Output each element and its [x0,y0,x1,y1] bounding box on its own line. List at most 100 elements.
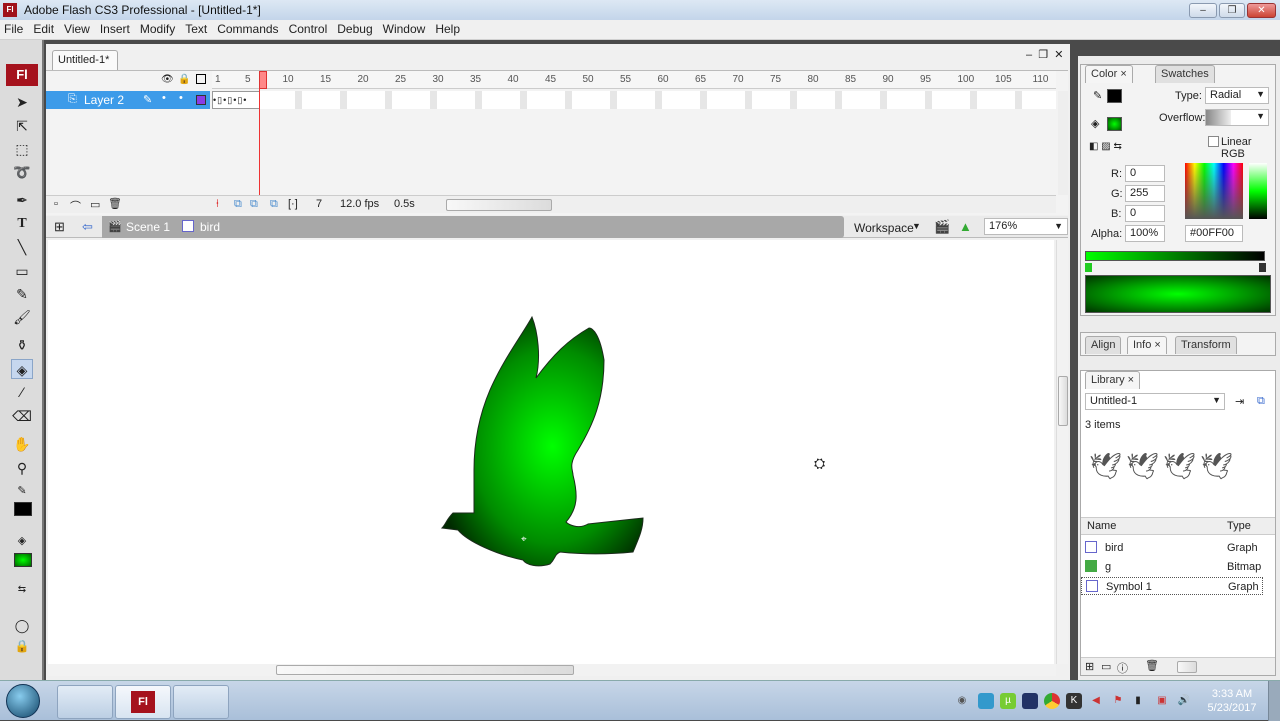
delete-layer-icon[interactable]: 🗑 [108,197,122,210]
lock-fill-icon[interactable]: 🔒 [11,636,33,656]
doc-window-controls[interactable]: – ❐ ✕ [1026,48,1063,61]
show-hide-layers-icon[interactable]: 👁 [161,74,174,85]
menu-commands[interactable]: Commands [213,20,282,36]
restore-button[interactable]: ❐ [1219,3,1245,18]
gradient-stop-end[interactable] [1259,263,1266,272]
tray-display-icon[interactable] [1022,693,1038,709]
menu-window[interactable]: Window [379,20,430,36]
sound-icon[interactable]: ◀ [1088,693,1104,709]
onion-outlines-icon[interactable]: ⧉ [250,198,258,211]
stage-hscroll-thumb[interactable] [276,665,574,675]
tray-network-icon[interactable]: ◉ [954,693,970,709]
color-spectrum[interactable] [1185,163,1243,219]
power-icon[interactable]: ▮ [1130,693,1146,709]
edit-scene-icon[interactable]: 🎬 [934,219,950,235]
taskbar-app-flash-player[interactable] [173,685,229,719]
frame-rate[interactable]: 12.0 fps [340,198,379,210]
menu-text[interactable]: Text [181,20,211,36]
modify-onion-markers-icon[interactable]: [·] [288,198,298,210]
close-button[interactable]: ✕ [1247,3,1276,18]
timeline-vscroll[interactable] [1058,91,1068,195]
taskbar-app-flash-project[interactable] [57,685,113,719]
playhead[interactable] [259,71,267,89]
keyframes[interactable]: •▯•▯•▯• [212,91,260,109]
column-type[interactable]: Type [1227,520,1251,532]
line-tool-icon[interactable]: ╲ [11,237,33,257]
default-colors-icon[interactable]: ◧ ▨ ⇆ [1089,141,1122,152]
bird-symbol[interactable]: ⌖ ⛭ [48,240,1054,664]
hex-input[interactable]: #00FF00 [1185,225,1243,242]
selection-tool-icon[interactable]: ➤ [11,92,33,112]
stroke-color-swatch[interactable] [1107,89,1122,103]
alpha-input[interactable]: 100% [1125,225,1165,242]
utorrent-icon[interactable]: µ [1000,693,1016,709]
lasso-tool-icon[interactable]: ➰ [11,162,33,182]
rectangle-tool-icon[interactable]: ▭ [11,261,33,281]
document-tab[interactable]: Untitled-1* [52,50,118,70]
stage-vscroll[interactable] [1056,240,1068,664]
paint-bucket-tool-icon[interactable]: ◈ [11,359,33,379]
menu-help[interactable]: Help [431,20,464,36]
fill-color-swatch[interactable] [14,553,32,567]
timeline-ruler[interactable]: 1 5 10 15 20 25 30 35 40 45 50 55 60 65 70 75 80 85 90 95 10… [212,71,1056,89]
lock-layers-icon[interactable]: 🔒 [178,74,190,85]
menu-control[interactable]: Control [285,20,332,36]
tab-swatches[interactable]: Swatches [1155,65,1215,83]
outline-layers-icon[interactable] [196,74,206,84]
properties-icon[interactable]: ⓘ [1117,660,1128,676]
free-transform-tool-icon[interactable]: ⬚ [11,139,33,159]
text-tool-icon[interactable]: T [11,214,33,234]
subselection-tool-icon[interactable]: ⇱ [11,116,33,136]
network-disconnected-icon[interactable]: ▣ [1154,693,1170,709]
volume-icon[interactable]: 🔊 [1176,693,1192,709]
chrome-icon[interactable] [1044,693,1060,709]
taskbar-app-flash[interactable]: Fl [115,685,171,719]
hand-tool-icon[interactable]: ✋ [11,434,33,454]
brightness-slider[interactable] [1249,163,1267,219]
stroke-color-swatch[interactable] [14,502,32,516]
gradient-stop-start[interactable] [1085,263,1092,272]
tab-library[interactable]: Library × [1085,371,1141,389]
g-input[interactable]: 255 [1125,185,1165,202]
gradient-bar[interactable] [1085,251,1265,261]
workspace-dropdown-icon[interactable]: ▼ [912,221,921,231]
menu-file[interactable]: File [0,20,27,36]
swap-colors-icon[interactable]: ⇆ [11,580,33,600]
b-input[interactable]: 0 [1125,205,1165,222]
tray-app-icon[interactable] [978,693,994,709]
breadcrumb-scene[interactable]: Scene 1 [126,220,170,234]
minimize-button[interactable]: – [1189,3,1217,18]
layer-row[interactable]: ⎘ Layer 2 ✎ • • [46,91,210,109]
tab-transform[interactable]: Transform [1175,336,1237,354]
action-center-icon[interactable]: ⚑ [1110,693,1126,709]
layer-visible-dot[interactable]: • [162,92,166,104]
k-lite-icon[interactable]: K [1066,693,1082,709]
layer-outline-color[interactable] [196,95,206,105]
timeline-hscroll-thumb[interactable] [446,199,552,211]
edit-symbols-icon[interactable]: ▲ [959,219,972,234]
brush-tool-icon[interactable]: 🖌 [11,307,33,327]
zoom-select[interactable]: 176% ▼ [984,218,1068,235]
eyedropper-tool-icon[interactable]: ⁄ [11,382,33,402]
frame-row[interactable]: •▯•▯•▯• [212,91,1056,109]
overflow-select[interactable]: ▼ [1205,109,1269,126]
stage-hscroll[interactable] [48,664,1056,676]
tab-align[interactable]: Align [1085,336,1122,354]
pin-library-icon[interactable]: ⇥ [1235,395,1244,408]
delete-icon[interactable]: 🗑 [1145,659,1159,672]
menu-modify[interactable]: Modify [136,20,179,36]
breadcrumb-symbol[interactable]: bird [200,220,220,234]
r-input[interactable]: 0 [1125,165,1165,182]
column-name[interactable]: Name [1087,520,1116,532]
timeline-toggle-icon[interactable]: ⊞ [54,219,65,235]
new-folder-icon[interactable]: ▭ [1101,660,1111,673]
zoom-tool-icon[interactable]: ⚲ [11,458,33,478]
fill-color-swatch[interactable] [1107,117,1122,131]
linear-rgb-checkbox[interactable] [1208,136,1219,147]
new-symbol-icon[interactable]: ⊞ [1085,660,1094,673]
menu-debug[interactable]: Debug [333,20,376,36]
menu-view[interactable]: View [60,20,94,36]
menu-edit[interactable]: Edit [29,20,58,36]
type-select[interactable]: Radial ▼ [1205,87,1269,104]
stage-vscroll-thumb[interactable] [1058,376,1068,426]
